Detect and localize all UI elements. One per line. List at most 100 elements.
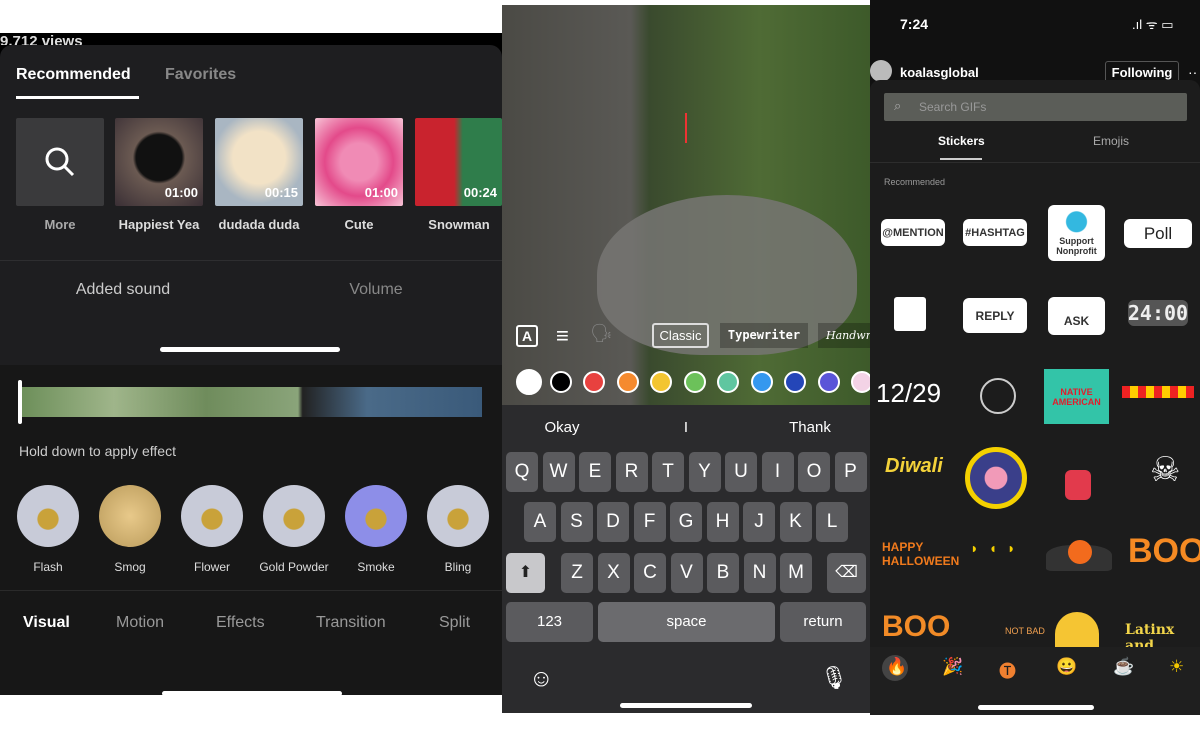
font-classic[interactable]: Classic	[652, 323, 709, 348]
ask-sticker[interactable]: ASK	[1048, 297, 1105, 335]
key-f[interactable]: F	[633, 502, 666, 542]
font-handwriting[interactable]: Handwriting	[818, 323, 870, 348]
countdown-sticker[interactable]: 24:00	[1128, 300, 1188, 326]
key-q[interactable]: Q	[506, 452, 538, 492]
key-z[interactable]: Z	[561, 553, 593, 593]
sound-thumb[interactable]: 01:00	[115, 118, 203, 206]
key-j[interactable]: J	[743, 502, 775, 542]
effect-smog[interactable]	[99, 485, 161, 547]
effect-flower[interactable]	[181, 485, 243, 547]
candle-sticker[interactable]	[1065, 470, 1091, 500]
hashtag-sticker[interactable]: #HASHTAG	[963, 219, 1027, 246]
key-t[interactable]: T	[652, 452, 684, 492]
smiley-icon[interactable]: 😀	[1056, 657, 1077, 677]
date-sticker[interactable]: 12/29	[876, 378, 941, 409]
key-a[interactable]: A	[524, 502, 556, 542]
color-swatch[interactable]	[549, 371, 572, 393]
key-x[interactable]: X	[597, 553, 630, 593]
reply-sticker[interactable]: REPLY	[963, 298, 1027, 333]
color-swatch[interactable]	[784, 371, 806, 393]
color-swatch[interactable]	[851, 371, 870, 393]
effect-bling[interactable]	[427, 485, 489, 547]
boo-eyes-sticker[interactable]: BOO	[882, 610, 950, 644]
text-style-icon[interactable]: A	[516, 325, 538, 347]
suggestion[interactable]: I	[626, 419, 746, 436]
username[interactable]: koalasglobal	[900, 65, 979, 80]
sheet-handle[interactable]	[160, 347, 340, 352]
sound-thumb[interactable]: 01:00	[315, 118, 403, 206]
emoji-icon[interactable]: ☺	[529, 665, 554, 693]
search-gifs-input[interactable]: ⌕ Search GIFs	[884, 93, 1187, 121]
llama-sticker[interactable]	[1055, 612, 1099, 652]
key-g[interactable]: G	[670, 502, 702, 542]
avatar[interactable]	[870, 60, 892, 82]
party-icon[interactable]: 🎉	[942, 657, 963, 677]
key-o[interactable]: O	[798, 452, 830, 492]
boo-sticker[interactable]: BOO	[1128, 532, 1200, 571]
key-k[interactable]: K	[779, 502, 812, 542]
effect-smoke[interactable]	[345, 485, 407, 547]
playhead[interactable]	[18, 380, 22, 424]
diwali-sticker[interactable]: Diwali	[885, 455, 943, 478]
tab-motion[interactable]: Motion	[116, 614, 164, 632]
key-v[interactable]: V	[670, 553, 703, 593]
align-center-icon[interactable]: ≡	[556, 323, 569, 349]
rangoli-sticker[interactable]	[965, 447, 1027, 509]
key-n[interactable]: N	[743, 553, 776, 593]
key-r[interactable]: R	[615, 452, 648, 492]
poll-sticker[interactable]: Poll	[1124, 219, 1192, 248]
tab-transition[interactable]: Transition	[316, 614, 386, 632]
mention-sticker[interactable]: @MENTION	[881, 219, 945, 246]
color-swatch[interactable]	[583, 371, 605, 393]
key-e[interactable]: E	[579, 452, 611, 492]
color-swatch[interactable]	[650, 371, 672, 393]
tab-effects[interactable]: Effects	[216, 614, 265, 632]
key-c[interactable]: C	[634, 553, 666, 593]
fire-icon[interactable]: 🔥	[886, 657, 907, 677]
tab-favorites[interactable]: Favorites	[165, 66, 236, 84]
more-sounds-button[interactable]	[16, 118, 104, 206]
color-swatch[interactable]	[717, 371, 739, 393]
color-swatch[interactable]	[817, 371, 840, 393]
tab-recommended[interactable]: Recommended	[16, 66, 131, 84]
suggestion[interactable]: Okay	[502, 419, 622, 436]
space-key[interactable]: space	[598, 602, 775, 642]
tab-split[interactable]: Split	[439, 614, 470, 632]
support-nonprofit-sticker[interactable]: Support Nonprofit	[1048, 205, 1105, 261]
key-m[interactable]: M	[780, 553, 812, 593]
happy-halloween-sticker[interactable]: HAPPY HALLOWEEN	[882, 540, 959, 568]
color-swatch[interactable]	[750, 371, 773, 393]
key-y[interactable]: Y	[688, 452, 721, 492]
key-d[interactable]: D	[597, 502, 629, 542]
key-u[interactable]: U	[725, 452, 757, 492]
eyes-sticker[interactable]: ◗◖◗	[970, 540, 1025, 556]
color-swatch[interactable]	[683, 371, 706, 393]
numbers-key[interactable]: 123	[506, 602, 593, 642]
video-timeline[interactable]	[22, 387, 482, 417]
color-swatch[interactable]	[616, 371, 639, 393]
backspace-key[interactable]: ⌫	[827, 553, 866, 593]
sound-thumb[interactable]: 00:24	[415, 118, 502, 206]
color-swatch[interactable]	[516, 369, 542, 395]
return-key[interactable]: return	[780, 602, 866, 642]
effect-flash[interactable]	[17, 485, 79, 547]
clock-sticker[interactable]	[980, 378, 1016, 414]
key-w[interactable]: W	[542, 452, 575, 492]
native-american-sticker[interactable]: NATIVE AMERICAN	[1044, 369, 1109, 424]
add-photo-sticker[interactable]	[894, 297, 926, 331]
suggestion[interactable]: Thank	[750, 419, 870, 436]
font-typewriter[interactable]: Typewriter	[720, 323, 808, 348]
sound-thumb[interactable]: 00:15	[215, 118, 303, 206]
key-h[interactable]: H	[706, 502, 739, 542]
tab-emojis[interactable]: Emojis	[1093, 134, 1129, 148]
key-p[interactable]: P	[834, 452, 867, 492]
more-icon[interactable]: ··	[1188, 64, 1197, 80]
shift-key[interactable]: ⬆	[506, 553, 545, 593]
volume-button[interactable]: Volume	[250, 281, 502, 299]
text-icon[interactable]: 🅣	[999, 657, 1016, 682]
key-b[interactable]: B	[707, 553, 739, 593]
tab-visual[interactable]: Visual	[23, 614, 70, 632]
bat-sticker[interactable]	[1046, 540, 1112, 571]
not-bad-sticker[interactable]: NOT BAD	[1005, 626, 1045, 636]
key-l[interactable]: L	[816, 502, 848, 542]
